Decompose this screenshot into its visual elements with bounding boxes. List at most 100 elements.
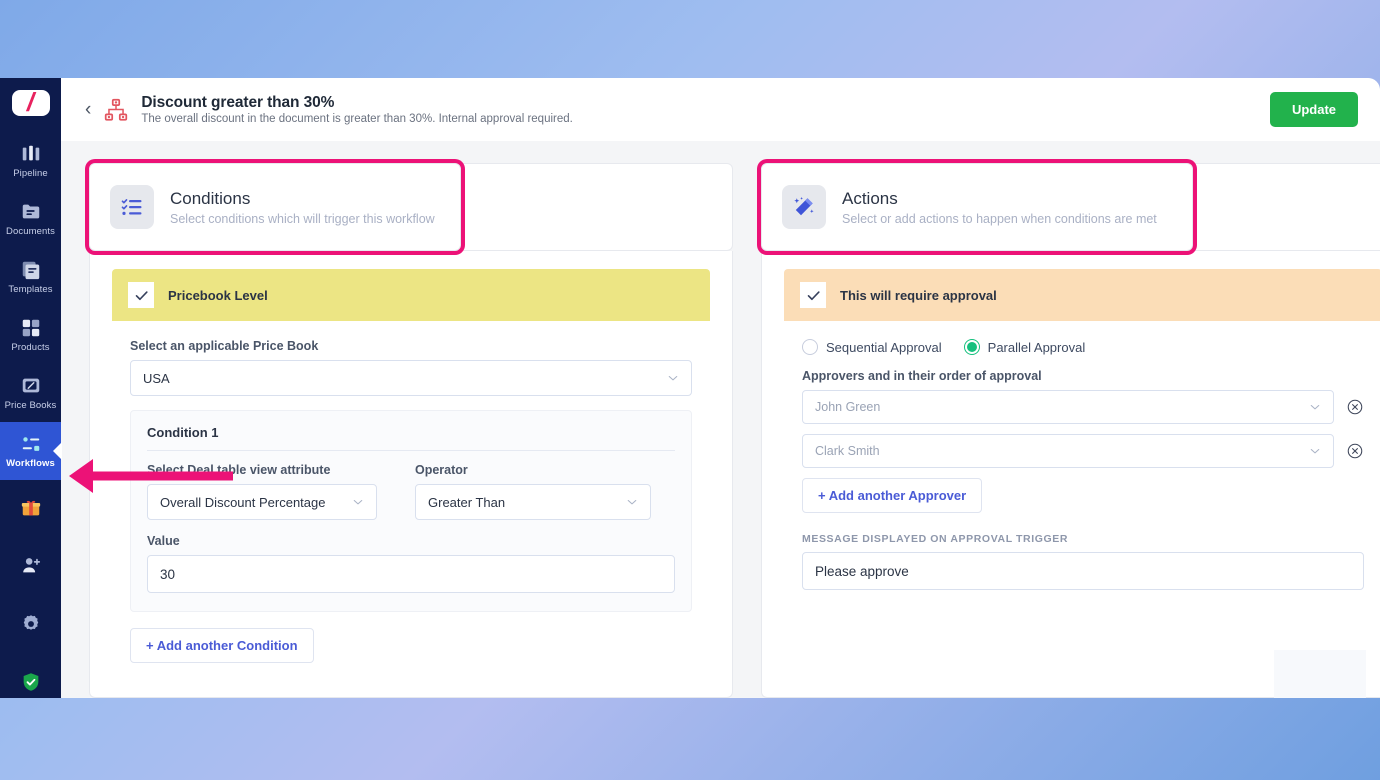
conditions-body: Pricebook Level Select an applicable Pri… xyxy=(89,251,733,698)
price-books-icon xyxy=(22,378,39,393)
app-window: / Pipeline Documents Templates Products … xyxy=(0,78,1380,698)
require-approval-checkbox[interactable] xyxy=(800,282,826,308)
back-button[interactable]: ‹ xyxy=(81,100,103,119)
chevron-down-icon xyxy=(627,499,637,505)
operator-field: Operator Greater Than xyxy=(415,463,651,520)
actions-header: Actions Select or add actions to happen … xyxy=(761,163,1193,251)
brand-logo[interactable]: / xyxy=(11,87,50,117)
approver-select-2[interactable]: Clark Smith xyxy=(802,434,1334,468)
remove-approver-2-icon[interactable] xyxy=(1346,442,1364,460)
pricebook-level-label: Pricebook Level xyxy=(168,287,268,303)
sitemap-icon xyxy=(105,98,128,121)
value-label: Value xyxy=(147,534,180,548)
attribute-label: Select Deal table view attribute xyxy=(147,463,331,477)
approvers-label: Approvers and in their order of approval xyxy=(802,369,1042,383)
actions-subtitle: Select or add actions to happen when con… xyxy=(842,211,1157,226)
check-icon xyxy=(807,290,820,300)
shield-check-icon xyxy=(23,672,38,691)
attribute-select[interactable]: Overall Discount Percentage xyxy=(147,484,377,520)
add-approver-wrap: + Add another Approver xyxy=(802,478,1364,513)
operator-select-value: Greater Than xyxy=(428,494,506,510)
content-area: Conditions Select conditions which will … xyxy=(61,141,1380,698)
radio-sequential-approval[interactable] xyxy=(802,339,818,355)
sidebar-item-label: Products xyxy=(11,342,50,353)
require-approval-label: This will require approval xyxy=(840,287,997,303)
condition-divider xyxy=(147,450,675,451)
attribute-select-value: Overall Discount Percentage xyxy=(160,494,326,510)
sidebar-item-templates[interactable]: Templates xyxy=(0,248,61,306)
attribute-field: Select Deal table view attribute Overall… xyxy=(147,463,377,520)
value-input-value: 30 xyxy=(160,566,176,582)
pricebook-select-value: USA xyxy=(143,370,170,386)
checklist-icon-box xyxy=(110,185,154,229)
condition-1-title: Condition 1 xyxy=(147,425,219,440)
radio-parallel-approval[interactable] xyxy=(963,339,980,355)
approval-message-input[interactable]: Please approve xyxy=(802,552,1364,590)
top-bar: ‹ Discount greater than 30% The overall … xyxy=(61,78,1380,141)
check-icon xyxy=(135,290,148,300)
sidebar-item-label: Price Books xyxy=(4,400,57,411)
condition-1-card: Condition 1 Select Deal table view attri… xyxy=(130,410,692,612)
actions-title: Actions xyxy=(842,188,898,208)
approver-select-1-value: John Green xyxy=(815,400,881,414)
sidebar-item-label: Workflows xyxy=(6,458,55,469)
pricebook-select[interactable]: USA xyxy=(130,360,692,396)
sidebar-item-products[interactable]: Products xyxy=(0,306,61,364)
sidebar-item-workflows[interactable]: Workflows xyxy=(0,422,61,480)
conditions-header-wrap: Conditions Select conditions which will … xyxy=(89,163,733,251)
operator-label: Operator xyxy=(415,463,468,477)
radio-parallel-label: Parallel Approval xyxy=(987,339,1086,355)
approval-message-label: MESSAGE DISPLAYED ON APPROVAL TRIGGER xyxy=(802,533,1069,545)
pricebook-section: Select an applicable Price Book USA Cond… xyxy=(112,321,710,681)
approval-message-value: Please approve xyxy=(815,563,909,579)
documents-icon xyxy=(22,204,39,219)
pipeline-icon xyxy=(22,145,39,161)
add-condition-wrap: + Add another Condition xyxy=(130,628,692,663)
sidebar-item-label: Documents xyxy=(6,226,55,237)
sidebar-item-gift[interactable] xyxy=(0,480,61,538)
gear-icon xyxy=(23,614,38,630)
bottom-panel-stub xyxy=(1274,650,1366,698)
value-field: Value 30 xyxy=(147,534,675,593)
remove-approver-1-icon[interactable] xyxy=(1346,398,1364,416)
actions-column: Actions Select or add actions to happen … xyxy=(761,163,1380,698)
chevron-down-icon xyxy=(668,375,678,381)
chevron-down-icon xyxy=(353,499,363,505)
pricebook-level-banner[interactable]: Pricebook Level xyxy=(112,269,710,321)
pricebook-level-checkbox[interactable] xyxy=(128,282,154,308)
actions-body: This will require approval Sequential Ap… xyxy=(761,251,1380,698)
sidebar-item-documents[interactable]: Documents xyxy=(0,190,61,248)
approver-select-1[interactable]: John Green xyxy=(802,390,1334,424)
conditions-title: Conditions xyxy=(170,188,251,208)
products-icon xyxy=(22,319,39,337)
brand-logo-mark: / xyxy=(26,87,35,117)
sidebar-item-security[interactable] xyxy=(0,654,61,698)
sidebar-item-label: Pipeline xyxy=(13,168,48,179)
radio-sequential-label: Sequential Approval xyxy=(826,339,942,355)
sidebar-item-label: Templates xyxy=(8,284,53,295)
sidebar-item-add-user[interactable] xyxy=(0,538,61,596)
operator-select[interactable]: Greater Than xyxy=(415,484,651,520)
add-another-approver-button[interactable]: + Add another Approver xyxy=(802,478,983,513)
sidebar-item-price-books[interactable]: Price Books xyxy=(0,364,61,422)
conditions-subtitle: Select conditions which will trigger thi… xyxy=(170,211,435,226)
add-another-condition-button[interactable]: + Add another Condition xyxy=(130,628,314,663)
pricebook-field-label: Select an applicable Price Book xyxy=(130,339,319,353)
update-button[interactable]: Update xyxy=(1269,92,1358,127)
chevron-down-icon xyxy=(1310,448,1320,454)
value-input[interactable]: 30 xyxy=(147,555,675,593)
chevron-down-icon xyxy=(1310,404,1320,410)
conditions-header: Conditions Select conditions which will … xyxy=(89,163,461,251)
actions-header-wrap: Actions Select or add actions to happen … xyxy=(761,163,1380,251)
require-approval-banner[interactable]: This will require approval xyxy=(784,269,1380,321)
magic-wand-icon xyxy=(794,197,814,216)
magic-wand-icon-box xyxy=(782,185,826,229)
page-subtitle: The overall discount in the document is … xyxy=(141,113,573,125)
approver-select-2-value: Clark Smith xyxy=(815,444,880,458)
approver-row: Clark Smith xyxy=(802,434,1364,468)
sidebar-item-settings[interactable] xyxy=(0,596,61,654)
condition-fields-row: Select Deal table view attribute Overall… xyxy=(147,463,675,520)
sidebar-item-pipeline[interactable]: Pipeline xyxy=(0,132,61,190)
main-area: ‹ Discount greater than 30% The overall … xyxy=(61,78,1380,698)
gift-icon xyxy=(21,500,40,515)
